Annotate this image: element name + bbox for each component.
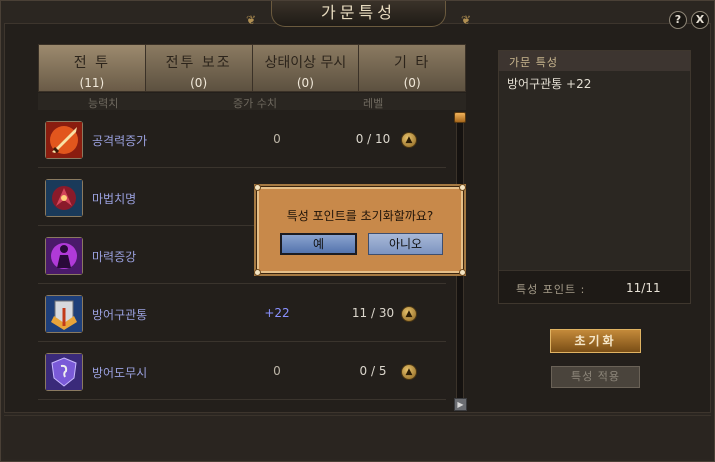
close-button[interactable]: X bbox=[691, 11, 709, 29]
tab-count: (0) bbox=[296, 76, 314, 90]
column-increase: 증가 수치 bbox=[233, 97, 277, 110]
trait-level: 0 / 10 bbox=[355, 132, 391, 146]
trait-increase: 0 bbox=[273, 132, 281, 146]
mana-boost-icon bbox=[45, 237, 83, 275]
tab-combat-support[interactable]: 전투 보조 (0) bbox=[144, 44, 252, 92]
tab-combat[interactable]: 전 투 (11) bbox=[38, 44, 145, 92]
magic-critical-icon bbox=[45, 179, 83, 217]
tab-etc[interactable]: 기 타 (0) bbox=[358, 44, 466, 92]
tab-count: (0) bbox=[190, 76, 208, 90]
help-button[interactable]: ? bbox=[669, 11, 687, 29]
trait-level: 11 / 30 bbox=[351, 306, 395, 320]
tab-label: 기 타 bbox=[394, 55, 431, 71]
trait-points-label: 특성 포인트 : bbox=[516, 283, 586, 296]
trait-increase: +22 bbox=[264, 306, 290, 320]
tab-label: 전투 보조 bbox=[165, 55, 232, 71]
title-plate: ❦ 가문특성 ❦ bbox=[246, 1, 471, 27]
armor-pierce-icon bbox=[45, 295, 83, 333]
tab-status-immunity[interactable]: 상태이상 무시 (0) bbox=[251, 44, 359, 92]
summary-title: 가문 특성 bbox=[499, 51, 690, 71]
trait-points-value: 11/11 bbox=[626, 281, 661, 295]
trait-points: 특성 포인트 : 11/11 bbox=[499, 270, 690, 303]
trait-level: 0 / 5 bbox=[359, 364, 387, 378]
dialog-no-button[interactable]: 아니오 bbox=[368, 233, 443, 255]
list-item[interactable]: 방어구관통 +22 11 / 30 ▲ bbox=[38, 284, 446, 342]
trait-name: 방어도무시 bbox=[92, 366, 148, 380]
trait-increase: 0 bbox=[273, 364, 281, 378]
tab-count: (0) bbox=[403, 76, 421, 90]
reset-button[interactable]: 초기화 bbox=[550, 329, 641, 353]
trait-name: 방어구관통 bbox=[92, 308, 148, 322]
list-item[interactable]: 공격력증가 0 0 / 10 ▲ bbox=[38, 110, 446, 168]
tab-count: (11) bbox=[79, 76, 105, 90]
sword-fire-icon bbox=[45, 121, 83, 159]
guild-trait-window: ❦ 가문특성 ❦ ? X 전 투 (11) 전투 보조 (0) 상태이상 무시 … bbox=[0, 0, 715, 462]
window-footer bbox=[4, 415, 711, 459]
window-title: 가문특성 bbox=[321, 3, 396, 22]
tab-label: 상태이상 무시 bbox=[264, 55, 347, 71]
level-up-button[interactable]: ▲ bbox=[401, 132, 417, 148]
level-up-button[interactable]: ▲ bbox=[401, 364, 417, 380]
row-divider bbox=[38, 399, 446, 400]
dialog-corner-icon bbox=[254, 269, 261, 276]
trait-name: 마력증강 bbox=[92, 250, 137, 264]
trait-name: 마법치명 bbox=[92, 192, 137, 206]
column-level: 레벨 bbox=[363, 97, 384, 110]
title-ornament-left-icon: ❦ bbox=[246, 13, 257, 27]
list-item[interactable]: 방어도무시 0 0 / 5 ▲ bbox=[38, 342, 446, 400]
column-headers: 능력치 증가 수치 레벨 bbox=[38, 93, 466, 110]
guild-trait-summary: 가문 특성 방어구관통 +22 특성 포인트 : 11/11 bbox=[498, 50, 691, 304]
reset-confirm-dialog: 특성 포인트를 초기화할까요? 예 아니오 bbox=[254, 184, 466, 276]
column-ability: 능력치 bbox=[88, 97, 119, 110]
summary-effect: 방어구관통 +22 bbox=[507, 77, 592, 91]
level-up-button[interactable]: ▲ bbox=[401, 306, 417, 322]
title-ornament-right-icon: ❦ bbox=[460, 13, 471, 27]
tab-label: 전 투 bbox=[73, 55, 110, 71]
dialog-corner-icon bbox=[254, 184, 261, 191]
dialog-message: 특성 포인트를 초기화할까요? bbox=[286, 209, 434, 223]
scrollbar-thumb[interactable] bbox=[454, 112, 466, 123]
trait-name: 공격력증가 bbox=[92, 134, 148, 148]
scroll-down-arrow-icon[interactable]: ▶ bbox=[454, 398, 467, 411]
dialog-yes-button[interactable]: 예 bbox=[280, 233, 357, 255]
shield-ignore-icon bbox=[45, 353, 83, 391]
apply-trait-button[interactable]: 특성 적용 bbox=[551, 366, 640, 388]
dialog-corner-icon bbox=[459, 269, 466, 276]
dialog-corner-icon bbox=[459, 184, 466, 191]
category-tabs: 전 투 (11) 전투 보조 (0) 상태이상 무시 (0) 기 타 (0) bbox=[38, 44, 466, 92]
